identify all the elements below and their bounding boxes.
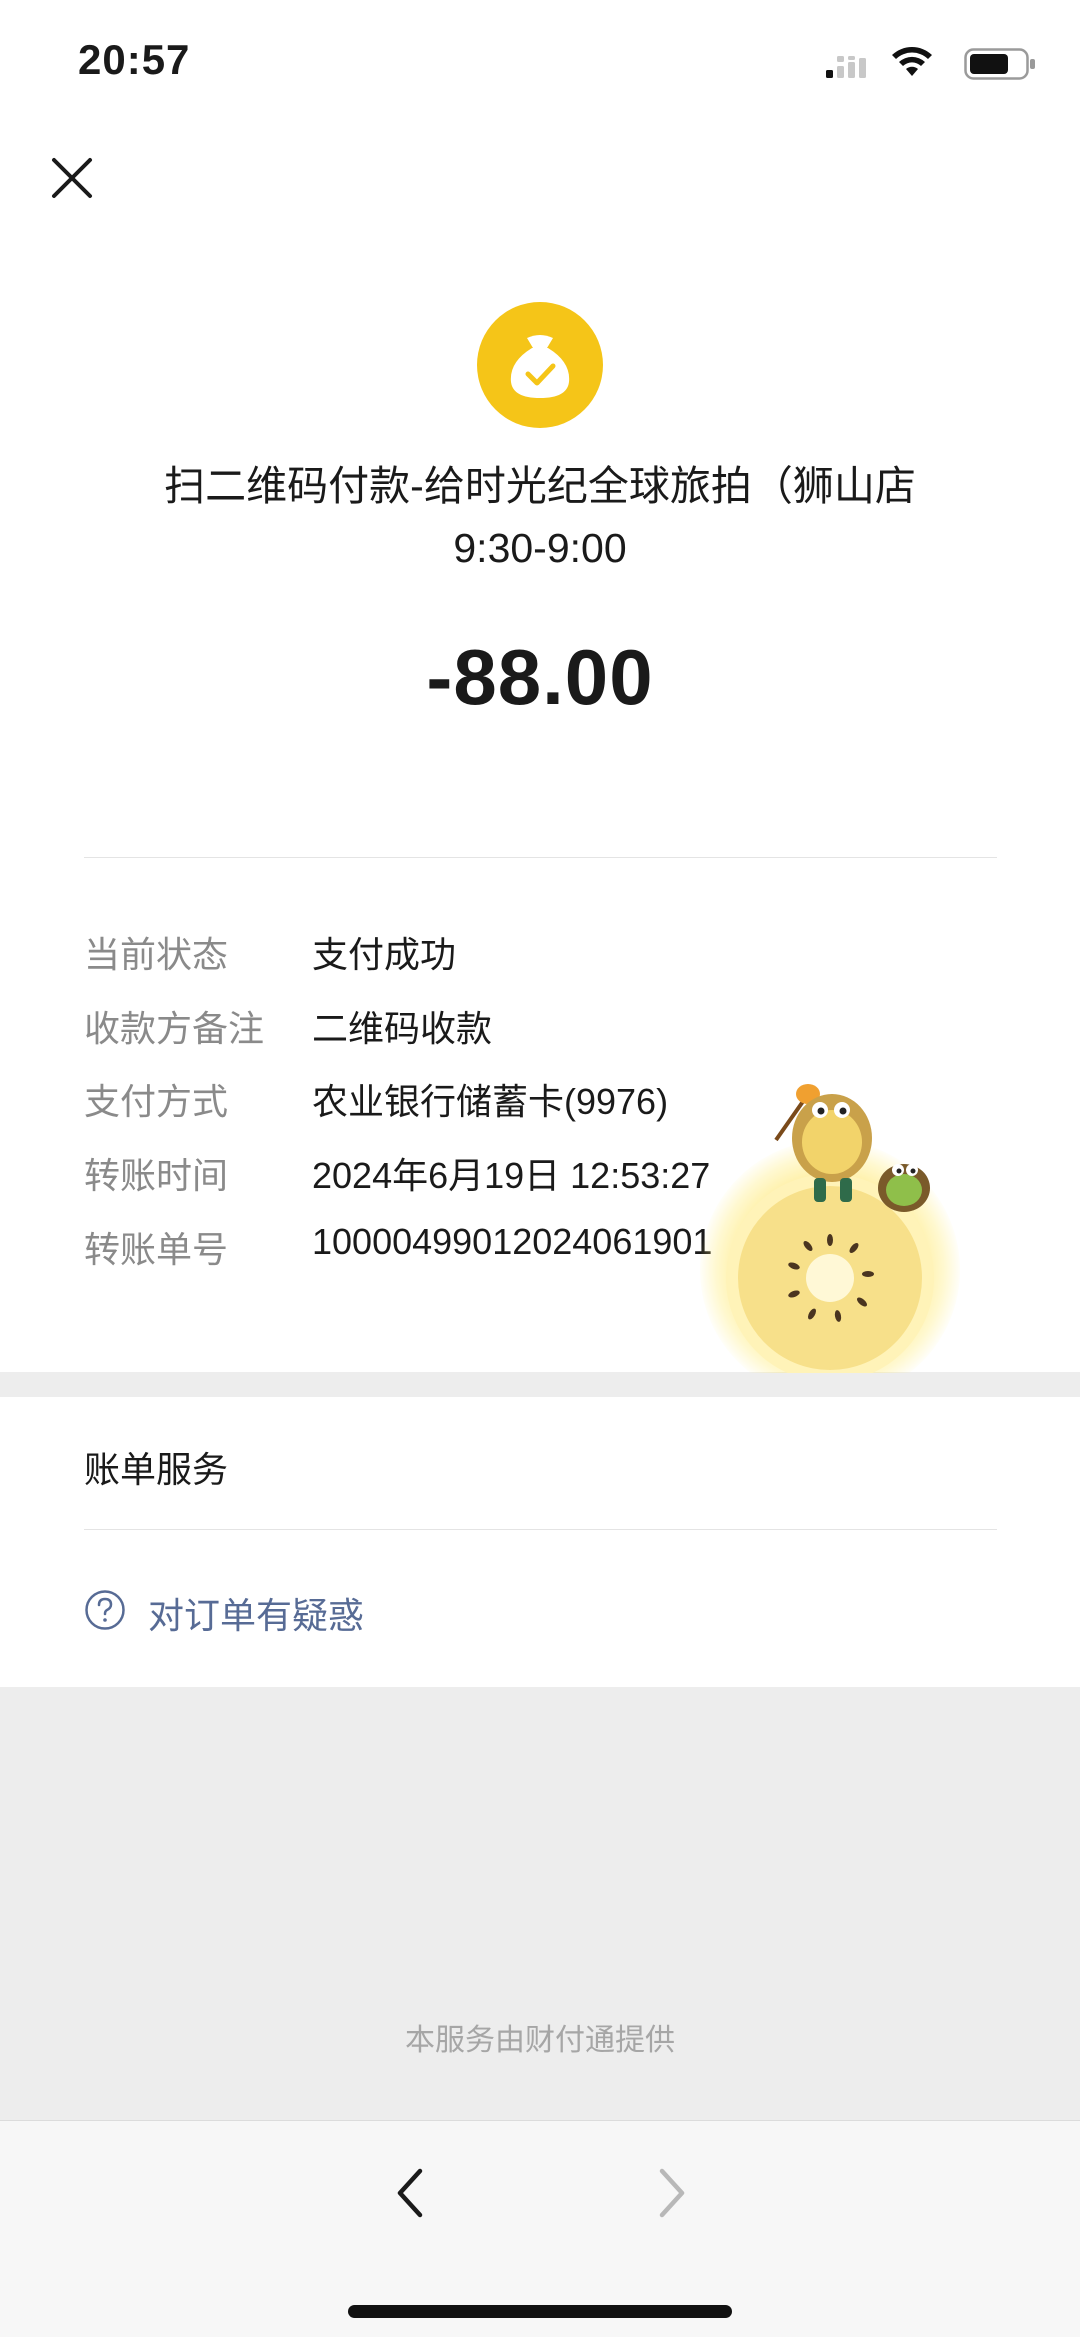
- divider: [84, 857, 997, 858]
- order-question-label[interactable]: 对订单有疑惑: [148, 1587, 364, 1639]
- transaction-title-line2: 9:30-9:00: [453, 525, 627, 571]
- home-indicator[interactable]: [348, 2305, 732, 2318]
- signal-icon: [826, 56, 866, 78]
- section-gap: [0, 1373, 1080, 1397]
- detail-value: 二维码收款: [312, 1008, 493, 1049]
- battery-icon: [964, 48, 1035, 80]
- detail-value: 2024年6月19日 12:53:27: [312, 1155, 711, 1196]
- detail-value: 农业银行储蓄卡(9976): [312, 1081, 669, 1122]
- transaction-title: 扫二维码付款-给时光纪全球旅拍（狮山店 9:30-9:00: [60, 455, 1020, 579]
- provider-note: 本服务由财付通提供: [405, 2024, 675, 2057]
- transaction-title-line1: 扫二维码付款-给时光纪全球旅拍（狮山店: [164, 463, 916, 509]
- services-title: 账单服务: [84, 1449, 229, 1490]
- chevron-left-icon[interactable]: [388, 2161, 432, 2225]
- detail-label: 当前状态: [84, 934, 229, 975]
- close-button[interactable]: [46, 152, 98, 204]
- detail-value: 支付成功: [312, 934, 457, 975]
- detail-label: 支付方式: [84, 1081, 229, 1122]
- detail-row-status: 当前状态 支付成功: [84, 926, 1004, 976]
- detail-label: 转账时间: [84, 1155, 229, 1196]
- detail-row-remark: 收款方备注 二维码收款: [84, 1000, 1004, 1050]
- chevron-right-icon[interactable]: [650, 2161, 694, 2225]
- detail-label: 收款方备注: [84, 1008, 265, 1049]
- status-time: 20:57: [78, 36, 191, 83]
- wifi-icon: [892, 47, 932, 76]
- small-kiwi-sticker: [878, 1164, 930, 1212]
- status-bar: 20:57: [0, 0, 1080, 130]
- question-circle-icon: [85, 1590, 125, 1630]
- bill-services-section: 账单服务 对订单有疑惑: [0, 1397, 1080, 1687]
- money-bag-check-icon: [477, 302, 603, 428]
- transaction-amount: -88.00: [426, 633, 654, 721]
- detail-label: 转账单号: [84, 1229, 229, 1270]
- divider: [84, 1529, 997, 1530]
